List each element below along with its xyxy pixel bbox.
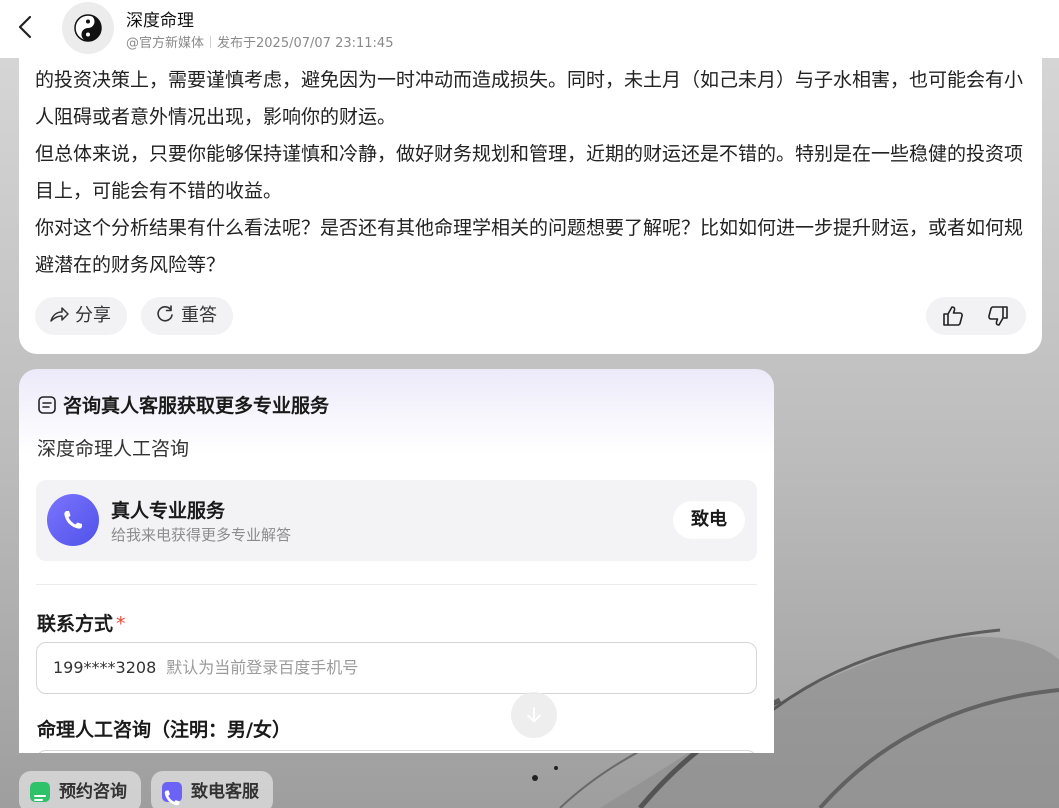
phone-icon	[64, 511, 82, 529]
author-meta: @官方新媒体 发布于2025/07/07 23:11:45	[126, 32, 393, 51]
phone-avatar	[47, 494, 99, 546]
meta-divider	[210, 36, 212, 48]
answer-paragraph: 但总体来说，只要你能够保持谨慎和冷静，做好财务规划和管理，近期的财运还是不错的。…	[35, 143, 1024, 202]
document-icon	[38, 396, 56, 414]
author-name[interactable]: 深度命理	[126, 6, 194, 31]
required-mark: *	[116, 613, 126, 635]
service-title: 咨询真人客服获取更多专业服务	[63, 395, 330, 417]
contact-placeholder: 默认为当前登录百度手机号	[166, 658, 359, 677]
call-button[interactable]: 致电	[673, 501, 745, 539]
answer-card: 的投资决策上，需要谨慎考虑，避免因为一时冲动而造成损失。同时，未土月（如己未月）…	[19, 40, 1042, 354]
back-arrow-icon[interactable]	[14, 13, 38, 41]
call-service-label: 致电客服	[191, 782, 259, 802]
calendar-icon	[30, 782, 50, 802]
arrow-down-icon	[527, 707, 541, 723]
share-button[interactable]: 分享	[35, 297, 127, 335]
call-service-box: 真人专业服务 给我来电获得更多专业解答 致电	[36, 480, 757, 561]
thumbs-up-icon[interactable]	[941, 304, 965, 328]
vote-group	[926, 297, 1026, 335]
regenerate-button[interactable]: 重答	[141, 297, 233, 335]
service-title-row: 咨询真人客服获取更多专业服务	[37, 391, 329, 418]
call-title: 真人专业服务	[111, 500, 226, 522]
publish-time: 发布于2025/07/07 23:11:45	[217, 36, 394, 51]
avatar[interactable]	[62, 2, 114, 54]
divider	[36, 584, 757, 585]
book-consult-button[interactable]: 预约咨询	[19, 771, 141, 808]
regenerate-label: 重答	[181, 305, 217, 326]
answer-text: 的投资决策上，需要谨慎考虑，避免因为一时冲动而造成损失。同时，未土月（如己未月）…	[35, 62, 1030, 284]
service-card: 咨询真人客服获取更多专业服务 深度命理人工咨询 真人专业服务 给我来电获得更多专…	[19, 369, 774, 753]
call-description: 给我来电获得更多专业解答	[111, 526, 292, 544]
share-label: 分享	[75, 305, 111, 326]
contact-value: 199****3208	[53, 658, 157, 677]
call-service-button[interactable]: 致电客服	[151, 771, 273, 808]
answer-paragraph: 你对这个分析结果有什么看法呢？是否还有其他命理学相关的问题想要了解呢？比如如何进…	[35, 217, 1024, 276]
answer-paragraph: 的投资决策上，需要谨慎考虑，避免因为一时冲动而造成损失。同时，未土月（如己未月）…	[35, 69, 1024, 128]
gender-input[interactable]	[36, 750, 757, 753]
share-icon	[50, 307, 69, 322]
phone-icon	[162, 782, 182, 806]
contact-label: 联系方式 *	[37, 609, 126, 636]
thumbs-down-icon[interactable]	[986, 304, 1010, 328]
contact-input[interactable]: 199****3208 默认为当前登录百度手机号	[36, 642, 757, 694]
article-header: 深度命理 @官方新媒体 发布于2025/07/07 23:11:45	[0, 0, 1059, 58]
yin-yang-icon	[74, 14, 102, 42]
scroll-down-button[interactable]	[511, 692, 557, 738]
service-subtitle: 深度命理人工咨询	[37, 438, 190, 460]
contact-label-text: 联系方式	[37, 613, 114, 635]
refresh-icon	[157, 305, 173, 322]
gender-label: 命理人工咨询（注明：男/女）	[37, 719, 291, 741]
author-handle: @官方新媒体	[126, 36, 205, 51]
book-consult-label: 预约咨询	[59, 782, 127, 802]
